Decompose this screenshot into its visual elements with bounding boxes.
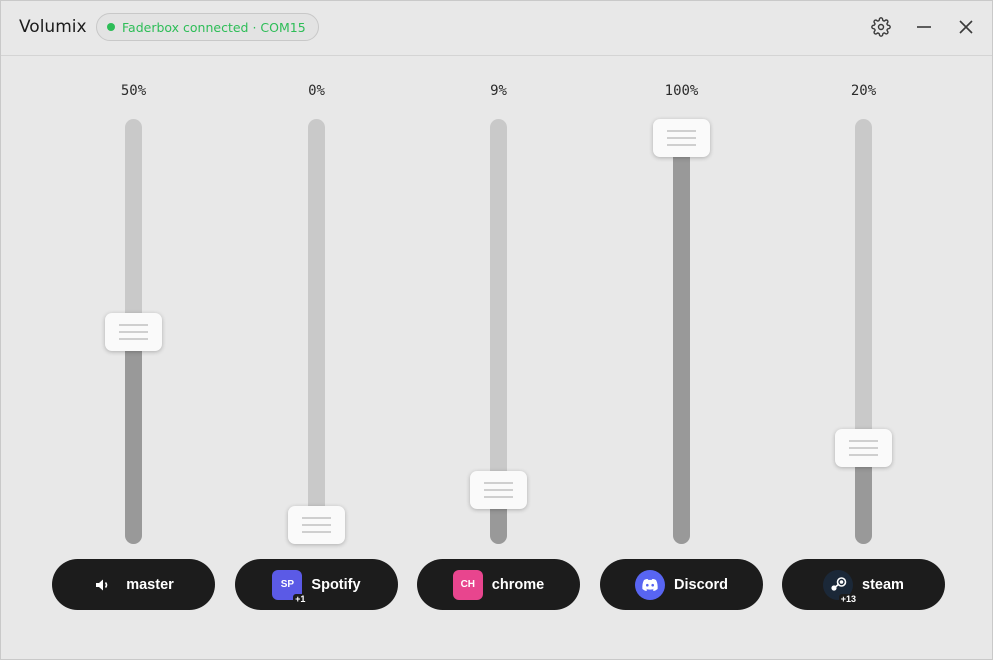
volume-percent: 20% — [850, 83, 877, 99]
status-dot-icon — [107, 23, 115, 31]
session-count-badge: +13 — [838, 593, 859, 605]
volume-percent: 0% — [308, 83, 325, 99]
volume-slider-track[interactable] — [855, 119, 872, 544]
channel-chrome: 9% CH chrome — [417, 61, 580, 621]
volume-slider-thumb[interactable] — [288, 506, 345, 544]
app-label: Discord — [674, 576, 728, 593]
minimize-button[interactable] — [912, 15, 936, 39]
volume-slider-track[interactable] — [308, 119, 325, 544]
close-icon — [959, 20, 973, 34]
connection-status-badge: Faderbox connected · COM15 — [96, 13, 319, 41]
minimize-icon — [917, 26, 931, 28]
close-button[interactable] — [954, 15, 978, 39]
channel-master: 50% master — [52, 61, 215, 621]
volume-slider-thumb[interactable] — [835, 428, 892, 467]
title-bar: Volumix Faderbox connected · COM15 — [1, 1, 992, 56]
app-label: master — [126, 576, 174, 593]
speaker-icon — [93, 575, 113, 595]
channel-spotify: 0% SP +1 Spotify — [235, 61, 398, 621]
gear-icon — [871, 17, 891, 37]
volume-slider-thumb[interactable] — [470, 471, 527, 510]
status-text: Faderbox connected · COM15 — [122, 19, 306, 35]
volume-slider-thumb[interactable] — [653, 119, 710, 157]
volume-slider-fill — [125, 331, 142, 544]
app-button-spotify[interactable]: SP +1 Spotify — [235, 559, 398, 610]
volume-percent: 50% — [120, 83, 147, 99]
steam-icon: +13 — [823, 569, 859, 605]
app-button-discord[interactable]: Discord — [600, 559, 763, 610]
app-label: steam — [862, 576, 904, 593]
settings-button[interactable] — [869, 15, 893, 39]
volume-percent: 9% — [490, 83, 507, 99]
app-button-steam[interactable]: +13 steam — [782, 559, 945, 610]
chrome-app-icon: CH — [452, 569, 483, 600]
discord-icon — [635, 569, 665, 600]
channel-discord: 100% Discord — [600, 61, 763, 621]
app-label: chrome — [491, 576, 545, 593]
app-abbr: CH — [460, 579, 476, 590]
volume-slider-fill — [673, 138, 690, 544]
app-button-chrome[interactable]: CH chrome — [417, 559, 580, 610]
spotify-app-icon: SP +1 — [272, 569, 308, 605]
app-abbr: SP — [280, 579, 295, 590]
app-button-master[interactable]: master — [52, 559, 215, 610]
session-count-badge: +1 — [293, 593, 308, 605]
app-title: Volumix — [19, 17, 87, 37]
app-window: Volumix Faderbox connected · COM15 50% m… — [0, 0, 993, 660]
channel-steam: 20% +13 steam — [782, 61, 945, 621]
volume-percent: 100% — [664, 83, 699, 99]
app-label: Spotify — [311, 576, 361, 593]
volume-slider-thumb[interactable] — [105, 312, 162, 351]
volume-slider-track[interactable] — [673, 119, 690, 544]
